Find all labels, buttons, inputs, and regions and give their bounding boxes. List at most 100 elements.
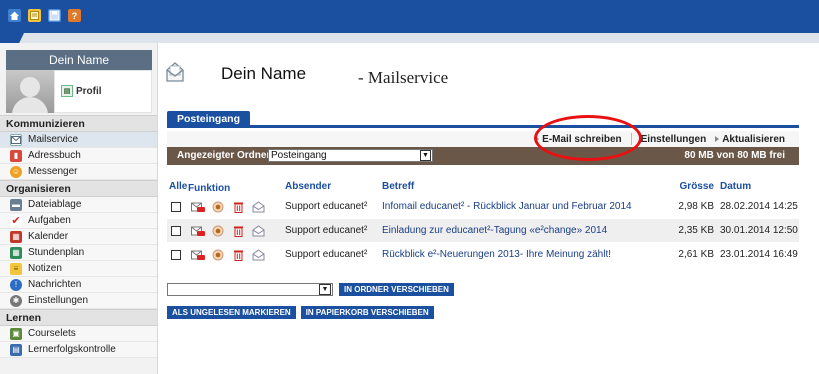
sidebar-nav: Kommunizieren Mailservice ▮ Adressbuch ☺… [0,115,157,358]
row-size: 2,35 KB [678,225,714,236]
settings-icon: ✱ [10,294,22,307]
folder-icon: ▬ [10,198,22,211]
sidebar-item-notizen[interactable]: ≡ Notizen [0,261,157,277]
help-icon[interactable]: ? [68,9,81,22]
chevron-down-icon: ▼ [319,284,331,295]
sidebar-item-aufgaben[interactable]: ✔ Aufgaben [0,213,157,229]
header-size[interactable]: Grösse [672,181,714,195]
action-bar: E-Mail schreiben Einstellungen Aktualisi… [167,131,799,147]
folder-label: Angezeigter Ordner [177,150,271,161]
sidebar-item-adressbuch[interactable]: ▮ Adressbuch [0,148,157,164]
sidebar-item-label: Courselets [28,328,76,339]
notes-icon[interactable] [28,9,41,22]
mail-open-icon[interactable] [251,200,265,214]
row-subject-link[interactable]: Rückblick e²-Neuerungen 2013- Ihre Meinu… [382,249,672,260]
folder-select[interactable]: Posteingang ▼ [268,149,433,162]
sidebar-item-label: Adressbuch [28,150,81,161]
sidebar-item-nachrichten[interactable]: ! Nachrichten [0,277,157,293]
row-sender: Support educanet² [285,249,368,260]
header-subject[interactable]: Betreff [382,181,672,195]
mail-table: Alle Funktion Absender Betreff Grösse Da… [167,181,799,267]
profile-box: ▤ Profil [54,70,152,113]
notes-icon: ≡ [10,262,22,275]
sidebar-item-dateiablage[interactable]: ▬ Dateiablage [0,197,157,213]
delete-icon[interactable] [231,224,245,238]
table-row[interactable]: Support educanet² Infomail educanet² - R… [167,195,799,219]
row-date: 28.02.2014 14:25 [720,201,798,212]
header-date[interactable]: Datum [714,181,798,195]
user-name: Dein Name [6,50,152,70]
reply-icon[interactable] [211,248,225,262]
settings-link[interactable]: Einstellungen [641,133,707,145]
reply-icon[interactable] [211,224,225,238]
header-sender[interactable]: Absender [285,181,382,195]
profile-label: Profil [76,85,102,97]
mail-icon [10,133,22,146]
header-all[interactable]: Alle [167,181,188,195]
refresh-link[interactable]: Aktualisieren [715,133,785,145]
tab-strip: Posteingang [167,111,799,128]
sidebar-item-label: Stundenplan [28,247,85,258]
tab-posteingang[interactable]: Posteingang [167,111,251,128]
sub-bar [0,33,819,43]
table-header: Alle Funktion Absender Betreff Grösse Da… [167,181,799,195]
home-icon[interactable] [8,9,21,22]
sidebar-item-einstellungen[interactable]: ✱ Einstellungen [0,293,157,309]
row-checkbox[interactable] [171,225,181,236]
settings-label: Einstellungen [640,133,707,145]
sidebar-item-label: Messenger [28,166,78,177]
row-date: 23.01.2014 16:49 [720,249,798,260]
row-size: 2,61 KB [678,249,714,260]
move-to-folder-button[interactable]: IN ORDNER VERSCHIEBEN [339,283,454,296]
delete-icon[interactable] [231,248,245,262]
row-checkbox[interactable] [171,201,181,212]
folder-bar: Angezeigter Ordner Posteingang ▼ 80 MB v… [167,147,799,165]
move-to-trash-button[interactable]: IN PAPIERKORB VERSCHIEBEN [300,306,434,319]
move-folder-select[interactable]: ▼ [167,283,333,296]
forward-icon[interactable] [191,248,205,262]
sidebar-item-label: Notizen [28,263,62,274]
section-lernen: Lernen [0,309,157,326]
sidebar-item-messenger[interactable]: ☺ Messenger [0,164,157,180]
sidebar-item-lernerfolgskontrolle[interactable]: ▤ Lernerfolgskontrolle [0,342,157,358]
sidebar-item-label: Dateiablage [28,199,82,210]
page-title-service: - Mailservice [358,68,449,87]
table-row[interactable]: Support educanet² Einladung zur educanet… [167,219,799,243]
row-subject-link[interactable]: Einladung zur educanet²-Tagung «e²change… [382,225,672,236]
forward-icon[interactable] [191,200,205,214]
save-icon[interactable] [48,9,61,22]
sidebar-item-courselets[interactable]: ▣ Courselets [0,326,157,342]
reply-icon[interactable] [211,200,225,214]
timetable-icon: ▦ [10,246,22,259]
sidebar: Dein Name ▤ Profil Kommunizieren Mailser… [0,43,158,374]
section-kommunizieren: Kommunizieren [0,115,157,132]
row-checkbox[interactable] [171,249,181,260]
courselets-icon: ▣ [10,327,22,340]
sidebar-item-kalender[interactable]: ▦ Kalender [0,229,157,245]
table-row[interactable]: Support educanet² Rückblick e²-Neuerunge… [167,243,799,267]
sidebar-item-mailservice[interactable]: Mailservice [0,132,157,148]
news-icon: ! [10,278,22,291]
address-book-icon: ▮ [10,149,22,162]
profile-card-icon: ▤ [61,85,73,97]
mail-open-icon[interactable] [251,248,265,262]
calendar-icon: ▦ [10,230,22,243]
header-function: Funktion [188,182,231,194]
storage-quota: 80 MB von 80 MB frei [684,150,785,161]
sidebar-item-label: Aufgaben [28,215,71,226]
mail-open-icon[interactable] [251,224,265,238]
profile-link[interactable]: ▤ Profil [61,85,102,97]
mark-unread-button[interactable]: ALS UNGELESEN MARKIEREN [167,306,296,319]
delete-icon[interactable] [231,200,245,214]
move-to-folder-row: ▼ IN ORDNER VERSCHIEBEN [167,283,454,296]
sidebar-item-label: Mailservice [28,134,79,145]
section-organisieren: Organisieren [0,180,157,197]
arrow-right-icon [715,136,720,142]
sidebar-item-stundenplan[interactable]: ▦ Stundenplan [0,245,157,261]
row-subject-link[interactable]: Infomail educanet² - Rückblick Januar un… [382,201,672,212]
forward-icon[interactable] [191,224,205,238]
folder-selected-value: Posteingang [271,150,327,161]
sub-bar-tab [0,33,24,43]
page-title-name: Dein Name [221,64,307,83]
avatar [6,70,54,113]
